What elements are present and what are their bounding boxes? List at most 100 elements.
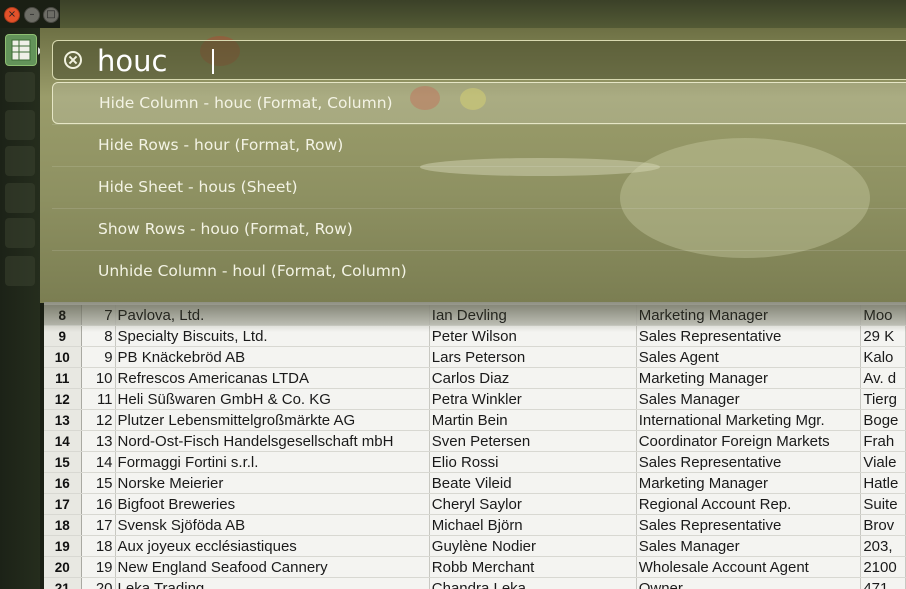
- cell-contact[interactable]: Chandra Leka: [429, 577, 637, 589]
- cell-contact[interactable]: Michael Björn: [429, 514, 637, 536]
- cell-company[interactable]: Plutzer Lebensmittelgroßmärkte AG: [115, 409, 430, 431]
- row-header[interactable]: 20: [44, 556, 82, 578]
- cell-title[interactable]: International Marketing Mgr.: [636, 409, 862, 431]
- cell-address[interactable]: Hatle: [860, 472, 906, 494]
- row-header[interactable]: 8: [44, 305, 82, 326]
- cell-title[interactable]: Sales Manager: [636, 535, 862, 557]
- hud-result-hide-rows[interactable]: Hide Rows - hour (Format, Row): [52, 124, 906, 166]
- cell-contact[interactable]: Martin Bein: [429, 409, 637, 431]
- cell-contact[interactable]: Peter Wilson: [429, 325, 637, 347]
- browser-icon[interactable]: [5, 146, 35, 176]
- row-header[interactable]: 17: [44, 493, 82, 515]
- cell-contact[interactable]: Robb Merchant: [429, 556, 637, 578]
- cell-company[interactable]: Svensk Sjöföda AB: [115, 514, 430, 536]
- cell-address[interactable]: Kalo: [860, 346, 906, 368]
- cell-id[interactable]: 11: [81, 388, 116, 410]
- cell-title[interactable]: Marketing Manager: [636, 472, 862, 494]
- cell-company[interactable]: Norske Meierier: [115, 472, 430, 494]
- cell-address[interactable]: 29 K: [860, 325, 906, 347]
- cell-company[interactable]: Heli Süßwaren GmbH & Co. KG: [115, 388, 430, 410]
- hud-result-hide-sheet[interactable]: Hide Sheet - hous (Sheet): [52, 166, 906, 208]
- cell-contact[interactable]: Ian Devling: [429, 305, 637, 326]
- row-header[interactable]: 10: [44, 346, 82, 368]
- settings-icon[interactable]: [5, 72, 35, 102]
- cell-title[interactable]: Sales Representative: [636, 514, 862, 536]
- cell-id[interactable]: 16: [81, 493, 116, 515]
- cell-title[interactable]: Marketing Manager: [636, 367, 862, 389]
- cell-id[interactable]: 18: [81, 535, 116, 557]
- spreadsheet-app-icon[interactable]: [5, 34, 37, 66]
- cell-id[interactable]: 10: [81, 367, 116, 389]
- cell-title[interactable]: Marketing Manager: [636, 305, 862, 326]
- row-header[interactable]: 11: [44, 367, 82, 389]
- cell-id[interactable]: 13: [81, 430, 116, 452]
- cell-address[interactable]: Frah: [860, 430, 906, 452]
- cell-contact[interactable]: Petra Winkler: [429, 388, 637, 410]
- software-icon[interactable]: [5, 218, 35, 248]
- cell-contact[interactable]: Guylène Nodier: [429, 535, 637, 557]
- cell-id[interactable]: 17: [81, 514, 116, 536]
- cell-title[interactable]: Owner: [636, 577, 862, 589]
- cell-address[interactable]: Brov: [860, 514, 906, 536]
- cell-id[interactable]: 7: [81, 305, 116, 326]
- cell-title[interactable]: Wholesale Account Agent: [636, 556, 862, 578]
- cell-id[interactable]: 15: [81, 472, 116, 494]
- row-header[interactable]: 16: [44, 472, 82, 494]
- cell-id[interactable]: 9: [81, 346, 116, 368]
- row-header[interactable]: 18: [44, 514, 82, 536]
- cell-company[interactable]: Formaggi Fortini s.r.l.: [115, 451, 430, 473]
- row-header[interactable]: 13: [44, 409, 82, 431]
- cell-title[interactable]: Sales Manager: [636, 388, 862, 410]
- hud-result-hide-column[interactable]: Hide Column - houc (Format, Column): [52, 82, 906, 124]
- cell-address[interactable]: Tierg: [860, 388, 906, 410]
- cell-company[interactable]: PB Knäckebröd AB: [115, 346, 430, 368]
- clear-search-icon[interactable]: [64, 51, 82, 69]
- window-maximize-button[interactable]: □: [43, 7, 59, 23]
- cell-address[interactable]: Viale: [860, 451, 906, 473]
- row-header[interactable]: 14: [44, 430, 82, 452]
- cell-id[interactable]: 8: [81, 325, 116, 347]
- cell-title[interactable]: Regional Account Rep.: [636, 493, 862, 515]
- spreadsheet-grid[interactable]: 8 7 Pavlova, Ltd. Ian Devling Marketing Mana…: [44, 302, 906, 589]
- hud-result-show-rows[interactable]: Show Rows - houo (Format, Row): [52, 208, 906, 250]
- cell-contact[interactable]: Lars Peterson: [429, 346, 637, 368]
- cell-contact[interactable]: Sven Petersen: [429, 430, 637, 452]
- cell-title[interactable]: Coordinator Foreign Markets: [636, 430, 862, 452]
- cell-company[interactable]: Refrescos Americanas LTDA: [115, 367, 430, 389]
- cell-id[interactable]: 14: [81, 451, 116, 473]
- row-header[interactable]: 9: [44, 325, 82, 347]
- cell-address[interactable]: Moo: [860, 305, 906, 326]
- row-header[interactable]: 19: [44, 535, 82, 557]
- hud-result-unhide-column[interactable]: Unhide Column - houl (Format, Column): [52, 250, 906, 292]
- hud-search-input[interactable]: [95, 43, 799, 79]
- terminal-icon[interactable]: [5, 183, 35, 213]
- cell-company[interactable]: Bigfoot Breweries: [115, 493, 430, 515]
- cell-title[interactable]: Sales Representative: [636, 325, 862, 347]
- cell-company[interactable]: Leka Trading: [115, 577, 430, 589]
- document-icon[interactable]: [5, 256, 35, 286]
- row-header[interactable]: 21: [44, 577, 82, 589]
- cell-address[interactable]: Av. d: [860, 367, 906, 389]
- cell-contact[interactable]: Elio Rossi: [429, 451, 637, 473]
- cell-company[interactable]: New England Seafood Cannery: [115, 556, 430, 578]
- cell-company[interactable]: Aux joyeux ecclésiastiques: [115, 535, 430, 557]
- cell-id[interactable]: 20: [81, 577, 116, 589]
- cell-title[interactable]: Sales Agent: [636, 346, 862, 368]
- cell-company[interactable]: Specialty Biscuits, Ltd.: [115, 325, 430, 347]
- cell-company[interactable]: Pavlova, Ltd.: [115, 305, 430, 326]
- window-minimize-button[interactable]: –: [24, 7, 40, 23]
- cell-contact[interactable]: Carlos Diaz: [429, 367, 637, 389]
- cell-address[interactable]: 203,: [860, 535, 906, 557]
- files-icon[interactable]: [5, 110, 35, 140]
- row-header[interactable]: 12: [44, 388, 82, 410]
- cell-id[interactable]: 19: [81, 556, 116, 578]
- cell-contact[interactable]: Beate Vileid: [429, 472, 637, 494]
- cell-address[interactable]: 471: [860, 577, 906, 589]
- cell-contact[interactable]: Cheryl Saylor: [429, 493, 637, 515]
- window-close-button[interactable]: ×: [4, 7, 20, 23]
- cell-company[interactable]: Nord-Ost-Fisch Handelsgesellschaft mbH: [115, 430, 430, 452]
- cell-address[interactable]: Suite: [860, 493, 906, 515]
- cell-id[interactable]: 12: [81, 409, 116, 431]
- cell-address[interactable]: Boge: [860, 409, 906, 431]
- row-header[interactable]: 15: [44, 451, 82, 473]
